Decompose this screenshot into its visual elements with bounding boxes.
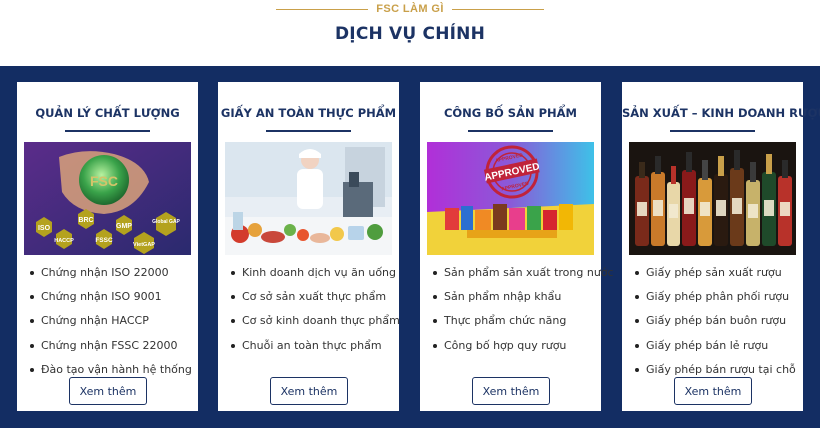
eyebrow-line-right <box>451 8 544 10</box>
card-title: CÔNG BỐ SẢN PHẨM <box>443 106 578 120</box>
list-item: Thực phẩm chức năng <box>432 313 597 337</box>
svg-text:GMP: GMP <box>116 223 132 230</box>
list-item: Chứng nhận FSSC 22000 <box>29 338 194 362</box>
see-more-button[interactable]: Xem thêm <box>69 377 147 405</box>
list-item: Công bố hợp quy rượu <box>432 338 597 362</box>
list-item: Cơ sở sản xuất thực phẩm <box>230 289 395 313</box>
services-band: QUẢN LÝ CHẤT LƯỢNG FSC ISO BRC GMP Globa… <box>0 66 820 428</box>
service-card-food-safety: GIẤY AN TOÀN THỰC PHẨM Kinh doanh dịch v… <box>218 82 400 411</box>
service-card-product-declaration: CÔNG BỐ SẢN PHẨM APPROVED APPROVED APPRO… <box>420 82 614 411</box>
service-card-liquor: SẢN XUẤT – KINH DOANH RƯỢU Giấy phép sản… <box>622 82 820 411</box>
card-underline <box>65 130 150 132</box>
see-more-button[interactable]: Xem thêm <box>674 377 752 405</box>
card-title: QUẢN LÝ CHẤT LƯỢNG <box>35 106 180 120</box>
card-underline <box>670 130 755 132</box>
list-item: Cơ sở kinh doanh thực phẩm <box>230 313 400 337</box>
service-list: Sản phẩm sản xuất trong nước Sản phẩm nh… <box>432 265 614 362</box>
svg-text:FSSC: FSSC <box>95 237 113 244</box>
list-item: Giấy phép phân phối rượu <box>634 289 799 313</box>
svg-text:FSC: FSC <box>90 173 118 189</box>
eyebrow-line-left <box>276 8 369 10</box>
list-item: Sản phẩm nhập khẩu <box>432 289 597 313</box>
eyebrow-label: FSC LÀM GÌ <box>376 3 444 15</box>
liquor-bottles-image <box>629 142 796 255</box>
service-list: Chứng nhận ISO 22000 Chứng nhận ISO 9001… <box>29 265 194 386</box>
card-underline <box>266 130 351 132</box>
list-item: Kinh doanh dịch vụ ăn uống <box>230 265 396 289</box>
list-item: Chứng nhận ISO 9001 <box>29 289 194 313</box>
see-more-button[interactable]: Xem thêm <box>472 377 550 405</box>
card-underline <box>468 130 553 132</box>
list-item: Chứng nhận ISO 22000 <box>29 265 194 289</box>
svg-text:ISO: ISO <box>38 225 51 232</box>
list-item: Giấy phép bán lẻ rượu <box>634 338 799 362</box>
card-title: GIẤY AN TOÀN THỰC PHẨM <box>220 106 397 120</box>
svg-text:HACCP: HACCP <box>54 238 74 244</box>
approved-products-image: APPROVED APPROVED APPROVED <box>427 142 594 255</box>
list-item: Sản phẩm sản xuất trong nước <box>432 265 614 289</box>
eyebrow-row: FSC LÀM GÌ <box>0 1 820 17</box>
service-card-quality: QUẢN LÝ CHẤT LƯỢNG FSC ISO BRC GMP Globa… <box>17 82 198 411</box>
service-list: Kinh doanh dịch vụ ăn uống Cơ sở sản xuấ… <box>230 265 400 362</box>
list-item: Giấy phép bán buôn rượu <box>634 313 799 337</box>
svg-text:Global GAP: Global GAP <box>152 219 180 225</box>
service-list: Giấy phép sản xuất rượu Giấy phép phân p… <box>634 265 799 386</box>
food-lab-image <box>225 142 392 255</box>
section-header: FSC LÀM GÌ DỊCH VỤ CHÍNH <box>0 0 820 66</box>
list-item: Chứng nhận HACCP <box>29 313 194 337</box>
list-item: Chuỗi an toàn thực phẩm <box>230 338 395 362</box>
svg-text:BRC: BRC <box>78 217 93 224</box>
quality-certification-image: FSC ISO BRC GMP Global GAP HACCP FSSC Vi… <box>24 142 191 255</box>
list-item: Giấy phép sản xuất rượu <box>634 265 799 289</box>
svg-text:VietGAP: VietGAP <box>133 242 155 248</box>
see-more-button[interactable]: Xem thêm <box>270 377 348 405</box>
card-title: SẢN XUẤT – KINH DOANH RƯỢU <box>622 106 820 120</box>
section-title: DỊCH VỤ CHÍNH <box>334 24 486 44</box>
